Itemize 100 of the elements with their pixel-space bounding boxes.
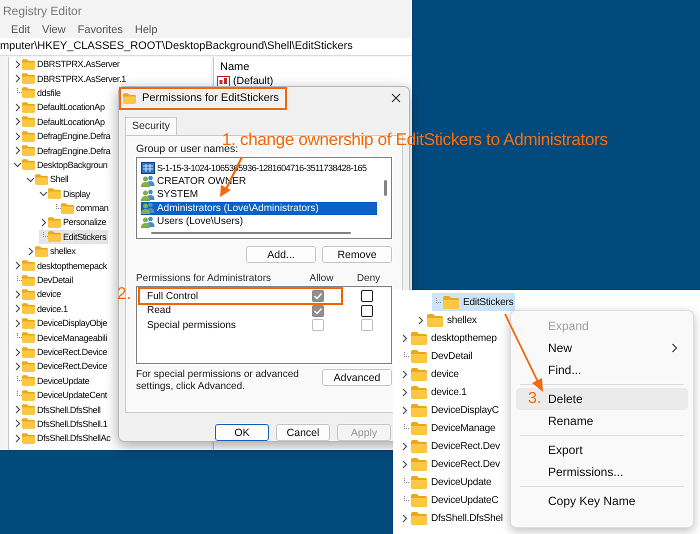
checkbox[interactable]	[360, 290, 372, 302]
folder-icon	[22, 116, 35, 128]
menu-item[interactable]: Permissions...	[516, 461, 688, 483]
users-icon	[141, 202, 155, 214]
checkbox[interactable]	[360, 304, 372, 317]
folder-icon	[411, 458, 427, 470]
chevron-icon	[671, 343, 678, 353]
tree-item[interactable]: DBRSTPRX.AsServer.1	[13, 71, 128, 86]
list-item[interactable]: SYSTEM	[141, 188, 377, 202]
tree-item[interactable]: desktopthemep	[400, 329, 499, 347]
scrollbar[interactable]	[151, 232, 351, 234]
address-bar[interactable]: mputer\HKEY_CLASSES_ROOT\DesktopBackground\Shell\EditStickers	[0, 38, 412, 56]
tree-item[interactable]: DeviceUpdate	[13, 374, 92, 388]
tree-item[interactable]: DevDetail	[13, 272, 75, 288]
folder-icon	[48, 216, 61, 228]
menu-item[interactable]: New	[516, 337, 688, 359]
column-header[interactable]: Name	[214, 57, 412, 75]
tree-item[interactable]: DefragEngine.Defra	[13, 128, 112, 144]
folder-icon	[22, 346, 35, 358]
tree-item[interactable]: DeviceUpdateCent	[13, 388, 109, 402]
menu-item[interactable]: 3. Delete	[516, 388, 688, 410]
tree-item[interactable]: DeviceUpdateC	[400, 491, 500, 509]
folder-icon	[22, 404, 35, 416]
tree-item[interactable]: EditStickers	[39, 230, 108, 244]
close-icon	[391, 93, 401, 103]
folder-icon	[411, 476, 427, 488]
tree-item[interactable]: DeviceUpdate	[400, 473, 494, 491]
tree-item[interactable]: DeviceManageabili	[13, 330, 110, 345]
tree-item[interactable]: DfsShell.DfsShell.1	[13, 416, 110, 432]
tree-item[interactable]: DBRSTPRX.AsServer	[13, 57, 122, 72]
tree-item[interactable]: DeviceDisplayC	[400, 401, 501, 419]
tree-item[interactable]: Personalize	[39, 215, 108, 230]
tab[interactable]: Security	[125, 117, 177, 135]
tree-item[interactable]: DeviceRect.Device	[13, 359, 110, 374]
advanced-button[interactable]: Advanced	[322, 369, 392, 386]
dialog-button[interactable]: Remove	[322, 246, 392, 263]
scrollbar[interactable]	[384, 180, 387, 196]
menu-item[interactable]: Rename	[516, 410, 688, 432]
folder-icon	[411, 494, 427, 506]
menu-item[interactable]: Find...	[516, 359, 688, 381]
close-button[interactable]	[389, 91, 403, 105]
folder-icon	[48, 188, 61, 200]
folder-icon	[411, 422, 427, 434]
tree-item[interactable]: ddsfile	[13, 86, 63, 100]
folder-icon	[22, 332, 35, 344]
window-title: Registry Editor	[3, 4, 82, 18]
chevron-icon	[400, 514, 409, 522]
tree-item[interactable]: comman	[52, 200, 110, 216]
dialog-button[interactable]: Add...	[246, 246, 316, 263]
tree-item[interactable]: DesktopBackgroun	[13, 158, 110, 172]
tree-item[interactable]: DeviceRect.Dev	[400, 455, 502, 473]
tree-item[interactable]: shellex	[416, 311, 479, 329]
dialog-button[interactable]: OK	[215, 424, 269, 441]
tree-item[interactable]: DfsShell.DfsShellAc	[13, 431, 112, 446]
folder-icon	[22, 73, 35, 84]
computer-icon	[141, 162, 155, 174]
tree-item[interactable]: DeviceDisplayObje	[13, 316, 110, 330]
folder-icon	[22, 360, 35, 372]
tree-item[interactable]: Shell	[26, 172, 70, 187]
tree-item[interactable]: desktopthemepack	[13, 258, 109, 273]
tree-item[interactable]: device	[400, 365, 461, 383]
folder-icon	[22, 274, 35, 286]
tree-item[interactable]: DeviceManage	[400, 419, 498, 437]
tree-item[interactable]: Display	[39, 186, 92, 201]
tree-item[interactable]: DevDetail	[400, 347, 475, 365]
tree-item[interactable]: DefragEngine.Defra	[13, 143, 112, 158]
tree-item[interactable]: DefaultLocationAp	[13, 100, 107, 115]
hint-text: For special permissions or advanced settings, click Advanced.	[136, 369, 300, 393]
folder-icon	[123, 92, 136, 104]
permission-name: Full Control	[147, 290, 200, 302]
folder-icon	[411, 404, 427, 416]
folder-icon	[22, 390, 35, 401]
tree-item[interactable]: device	[13, 287, 63, 302]
tree-item[interactable]: DeviceRect.Device	[13, 344, 110, 360]
dialog-button[interactable]: Cancel	[276, 424, 330, 441]
list-item[interactable]: Users (Love\Users)	[141, 215, 377, 228]
menu-item[interactable]: Favorites	[78, 24, 123, 36]
folder-icon	[22, 102, 35, 113]
tree-item[interactable]: DfsShell.DfsShel	[400, 509, 505, 527]
folder-icon	[22, 432, 35, 444]
tree-item[interactable]: DefaultLocationAp	[13, 114, 107, 129]
value-row[interactable]: (Default)	[214, 75, 412, 87]
menu-item[interactable]: Help	[134, 24, 158, 36]
string-value-icon	[217, 76, 230, 86]
menu-item[interactable]: Copy Key Name	[516, 490, 688, 512]
tree-item[interactable]: DeviceRect.Dev	[400, 437, 502, 455]
tree-item[interactable]: DfsShell.DfsShell	[13, 402, 103, 417]
list-item[interactable]: Administrators (Love\Administrators)	[141, 202, 377, 215]
menu-item[interactable]: Export	[516, 439, 688, 461]
folder-icon	[22, 87, 35, 98]
menu-item[interactable]: Edit	[11, 24, 30, 36]
chevron-icon	[39, 218, 48, 227]
permissions-label: Permissions for Administrators	[136, 273, 272, 284]
step-number: 3.	[528, 390, 542, 408]
tree-item[interactable]: shellex	[26, 244, 78, 258]
tree-item[interactable]: device.1	[400, 383, 469, 401]
menu-item[interactable]: View	[42, 24, 66, 36]
tree-item[interactable]: device.1	[13, 302, 70, 316]
folder-icon	[411, 440, 427, 452]
tree-item[interactable]: EditStickers	[432, 293, 516, 311]
